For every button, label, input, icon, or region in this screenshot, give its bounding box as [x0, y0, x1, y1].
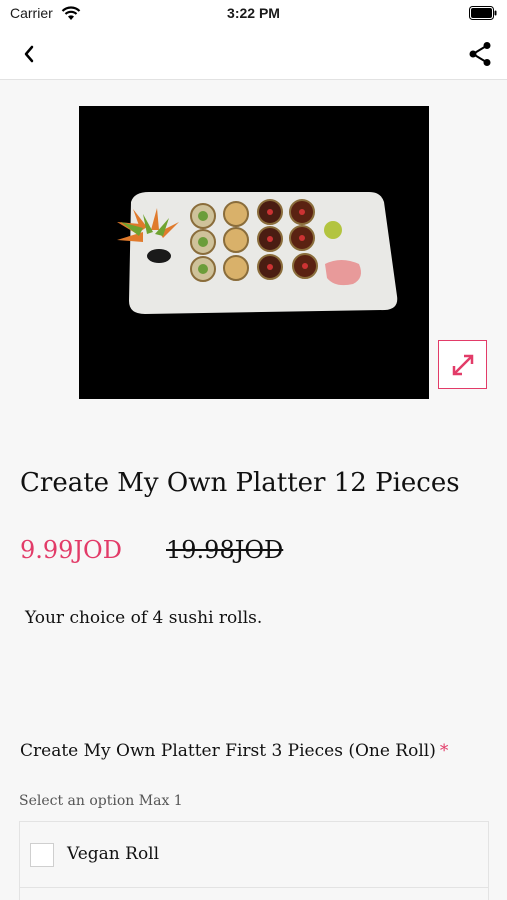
share-button[interactable] — [463, 37, 497, 71]
status-bar: Carrier 3:22 PM — [0, 0, 507, 28]
option-hint: Select an option Max 1 — [19, 793, 183, 809]
original-price: 19.98JOD — [166, 536, 284, 564]
status-time: 3:22 PM — [227, 5, 280, 21]
battery-icon — [469, 6, 497, 20]
current-price: 9.99JOD — [20, 536, 122, 564]
expand-arrows-icon — [452, 354, 473, 375]
navigation-bar — [0, 28, 507, 80]
expand-image-button[interactable] — [438, 340, 487, 389]
share-icon — [469, 42, 491, 66]
back-button[interactable] — [12, 38, 46, 70]
option-group-label: Create My Own Platter First 3 Pieces (On… — [20, 741, 436, 761]
option-checkbox[interactable] — [30, 843, 54, 867]
option-group-title: Create My Own Platter First 3 Pieces (On… — [20, 741, 500, 761]
option-row-vegan-roll[interactable]: Vegan Roll — [20, 822, 488, 888]
product-title: Create My Own Platter 12 Pieces — [20, 468, 460, 498]
chevron-left-icon — [24, 45, 34, 63]
product-description: Your choice of 4 sushi rolls. — [25, 608, 263, 628]
required-marker: * — [439, 741, 449, 761]
option-list: Vegan Roll — [19, 821, 489, 900]
sushi-platter-image — [79, 106, 429, 399]
option-label: Vegan Roll — [67, 844, 160, 864]
product-image[interactable] — [79, 106, 429, 399]
